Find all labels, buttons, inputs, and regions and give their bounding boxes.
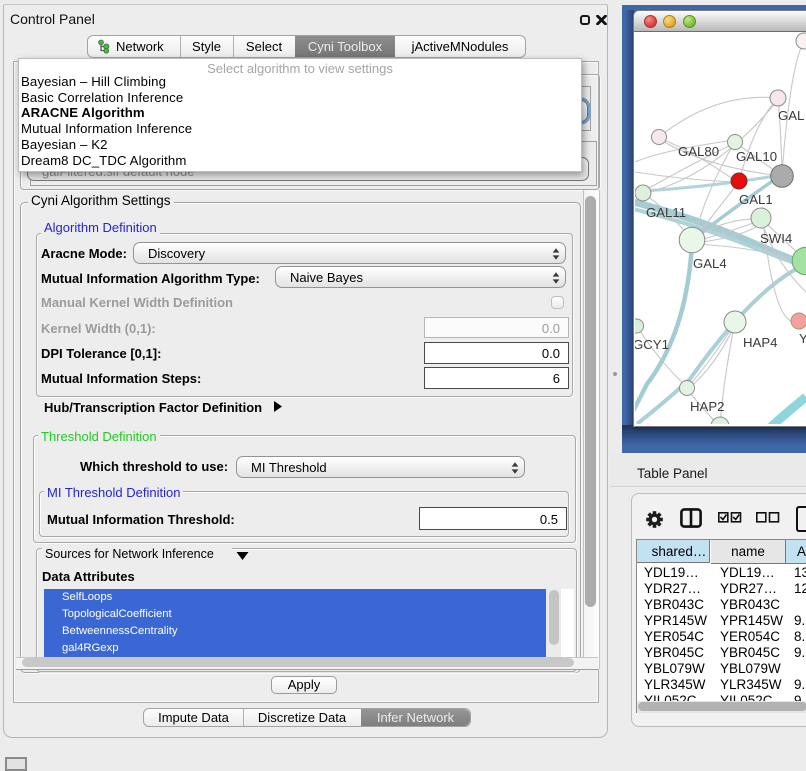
svg-text:GAL10: GAL10 [736, 149, 777, 164]
svg-text:Y: Y [799, 331, 806, 346]
svg-text:SWI4: SWI4 [760, 231, 792, 246]
svg-text:HAP2: HAP2 [690, 399, 724, 414]
svg-text:GAL: GAL [778, 108, 804, 123]
svg-text:GAL4: GAL4 [693, 256, 727, 271]
svg-text:GAL1: GAL1 [739, 192, 773, 207]
svg-text:GAL80: GAL80 [678, 144, 719, 159]
svg-text:GAL11: GAL11 [646, 205, 686, 220]
svg-text:HAP4: HAP4 [743, 335, 777, 350]
svg-text:GCY1: GCY1 [635, 337, 669, 352]
